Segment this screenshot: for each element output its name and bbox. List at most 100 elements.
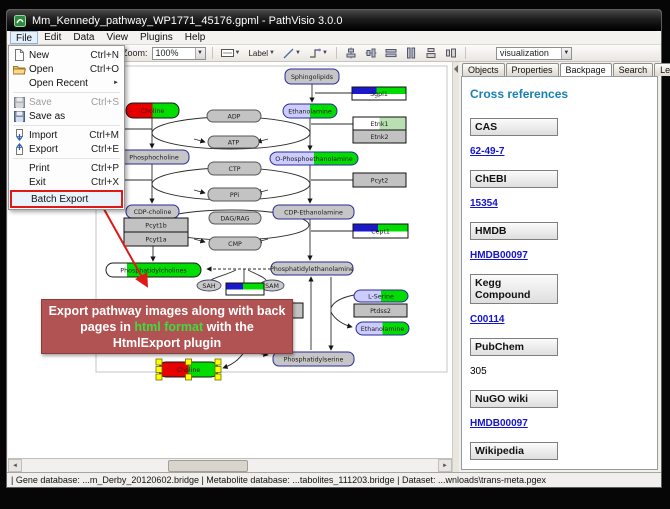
common-width-button[interactable] (383, 46, 399, 60)
pathway-node-cdp-ethanolamine[interactable]: CDP-Ethanolamine (273, 205, 354, 219)
selection-handle[interactable] (215, 367, 221, 373)
selection-handle[interactable] (156, 367, 162, 373)
xref-link[interactable]: HMDB00097 (470, 250, 528, 261)
selection-handle[interactable] (215, 374, 221, 380)
splitter-collapse-icon[interactable] (454, 65, 458, 73)
xref-link[interactable]: 62-49-7 (470, 146, 504, 157)
pathway-node-dag[interactable]: DAG/RAG (209, 212, 261, 224)
file-menu-item-batch-export[interactable]: Batch Export (12, 192, 121, 206)
stack-vertical-button[interactable] (423, 46, 439, 60)
pathway-node-adp[interactable]: ADP (207, 110, 261, 122)
pathway-node-pcyt1a[interactable]: Pcyt1a (124, 232, 188, 246)
pathway-edge[interactable] (211, 270, 236, 280)
horizontal-scrollbar[interactable]: ◄ ► (8, 458, 452, 472)
selection-handle[interactable] (156, 359, 162, 365)
pathway-edge[interactable] (194, 139, 205, 142)
menubar-item-view[interactable]: View (100, 31, 134, 44)
node-label: Ethanolamine (288, 108, 332, 115)
pathway-node-atp[interactable]: ATP (208, 136, 259, 148)
stack-vertical-icon (425, 47, 437, 59)
zoom-label: Zoom: (122, 48, 148, 58)
align-vertical-center-button[interactable] (363, 46, 379, 60)
file-menu-item-open[interactable]: OpenCtrl+O (10, 62, 123, 76)
pathway-node-cept1[interactable]: Cept1 (353, 224, 408, 238)
pathway-node-phosphocholine[interactable]: Phosphocholine (119, 150, 189, 164)
pathway-node-phosphatidylethanolamine[interactable]: Phosphatidylethanolamine (270, 262, 354, 275)
file-menu-item-print[interactable]: PrintCtrl+P (10, 161, 123, 175)
pathway-node-etnk1[interactable]: Etnk1 (353, 117, 406, 130)
pathway-node-ctp[interactable]: CTP (208, 162, 261, 175)
node-label: ADP (228, 113, 241, 120)
scrollbar-thumb[interactable] (168, 460, 248, 472)
file-menu-item-export[interactable]: ExportCtrl+E (10, 142, 123, 156)
pathway-node-cdp-choline[interactable]: CDP-choline (126, 205, 179, 218)
pathway-edge[interactable] (331, 312, 352, 327)
panel-tab-legend[interactable]: Legend (654, 63, 670, 76)
selection-handle[interactable] (186, 374, 192, 380)
panel-tab-search[interactable]: Search (613, 63, 654, 76)
menubar-item-data[interactable]: Data (67, 31, 100, 44)
scroll-right-icon[interactable]: ► (438, 459, 452, 472)
pathway-edge[interactable] (194, 190, 205, 193)
zoom-combobox[interactable]: 100% ▼ (152, 47, 206, 60)
pathway-edge[interactable] (248, 270, 266, 280)
file-menu-item-save-as[interactable]: Save as (10, 109, 123, 123)
common-height-button[interactable] (403, 46, 419, 60)
xref-link[interactable]: 15354 (470, 198, 498, 209)
pathway-node-ethanolamine-bottom[interactable]: Ethanolamine (356, 322, 409, 335)
align-horizontal-center-button[interactable] (343, 46, 359, 60)
xref-link[interactable]: HMDB00097 (470, 418, 528, 429)
panel-tab-objects[interactable]: Objects (462, 63, 505, 76)
pathway-node-cmp[interactable]: CMP (209, 237, 261, 250)
pathway-node-pcyt1b[interactable]: Pcyt1b (124, 218, 188, 232)
node-label: Phosphocholine (129, 154, 179, 161)
file-menu-item-open-recent[interactable]: Open Recent► (10, 76, 123, 90)
panel-tab-backpage[interactable]: Backpage (560, 63, 612, 76)
pathway-edge[interactable] (331, 295, 354, 308)
menu-item-label: Exit (29, 177, 85, 188)
backpage-content[interactable]: Cross references CAS62-49-7ChEBI15354HMD… (461, 76, 658, 470)
panel-tab-properties[interactable]: Properties (506, 63, 559, 76)
label-tool-button[interactable]: Label ▼ (246, 46, 277, 60)
title-bar[interactable]: Mm_Kennedy_pathway_WP1771_45176.gpml - P… (7, 10, 661, 31)
visualization-combobox[interactable]: visualization ▼ (496, 47, 572, 60)
scroll-left-icon[interactable]: ◄ (8, 459, 22, 472)
menubar-item-file[interactable]: File (10, 31, 38, 44)
chevron-down-icon[interactable]: ▼ (195, 48, 205, 59)
pathway-node-ethanolamine-top[interactable]: Ethanolamine (283, 104, 337, 118)
pathway-node-sgpl1[interactable]: Sgpl1 (352, 87, 406, 100)
pathway-node-phosphatidylserine[interactable]: Phosphatidylserine (273, 352, 354, 366)
file-menu-item-exit[interactable]: ExitCtrl+X (10, 175, 123, 189)
pathway-node-pcyt2[interactable]: Pcyt2 (353, 173, 406, 187)
annotation-line3: HtmlExport plugin (42, 335, 292, 351)
node-label: SAM (265, 283, 279, 290)
selection-handle[interactable] (156, 374, 162, 380)
pathway-node-sah[interactable]: SAH (197, 280, 221, 291)
pathway-node-o-phosphoethanolamine[interactable]: O-Phosphoethanolamine (270, 152, 358, 165)
xref-link[interactable]: C00114 (470, 314, 504, 325)
menubar-item-edit[interactable]: Edit (38, 31, 67, 44)
selection-handle[interactable] (215, 359, 221, 365)
pathway-node-ppi[interactable]: PPi (208, 188, 261, 201)
file-menu-item-import[interactable]: ImportCtrl+M (10, 128, 123, 142)
file-menu-item-new[interactable]: NewCtrl+N (10, 48, 123, 62)
pathway-node-choline-top[interactable]: Choline (126, 103, 179, 118)
chevron-down-icon[interactable]: ▼ (561, 48, 571, 59)
panel-splitter[interactable] (452, 62, 459, 472)
connector-tool-button[interactable]: ▼ (307, 46, 330, 60)
menubar-item-help[interactable]: Help (179, 31, 212, 44)
pathway-node-sphingolipids[interactable]: Sphingolipids (285, 69, 339, 84)
pathway-node-l-serine[interactable]: L-Serine (354, 290, 408, 302)
selection-handle[interactable] (186, 359, 192, 365)
pathway-node-pemt[interactable] (226, 283, 264, 295)
pathway-node-phosphatidylcholines[interactable]: Phosphatidylcholines (106, 263, 201, 277)
line-tool-button[interactable]: ▼ (281, 46, 303, 60)
xref-section-kegg-compound: Kegg CompoundC00114 (470, 274, 651, 338)
menubar-item-plugins[interactable]: Plugins (134, 31, 179, 44)
gene-tool-button[interactable]: ▼ (219, 46, 243, 60)
pathway-node-ptdss2[interactable]: Ptdss2 (354, 304, 407, 317)
pathway-node-etnk2[interactable]: Etnk2 (353, 130, 406, 143)
stack-horizontal-button[interactable] (443, 46, 459, 60)
menu-item-label: Print (29, 163, 85, 174)
file-menu-item-save[interactable]: SaveCtrl+S (10, 95, 123, 109)
